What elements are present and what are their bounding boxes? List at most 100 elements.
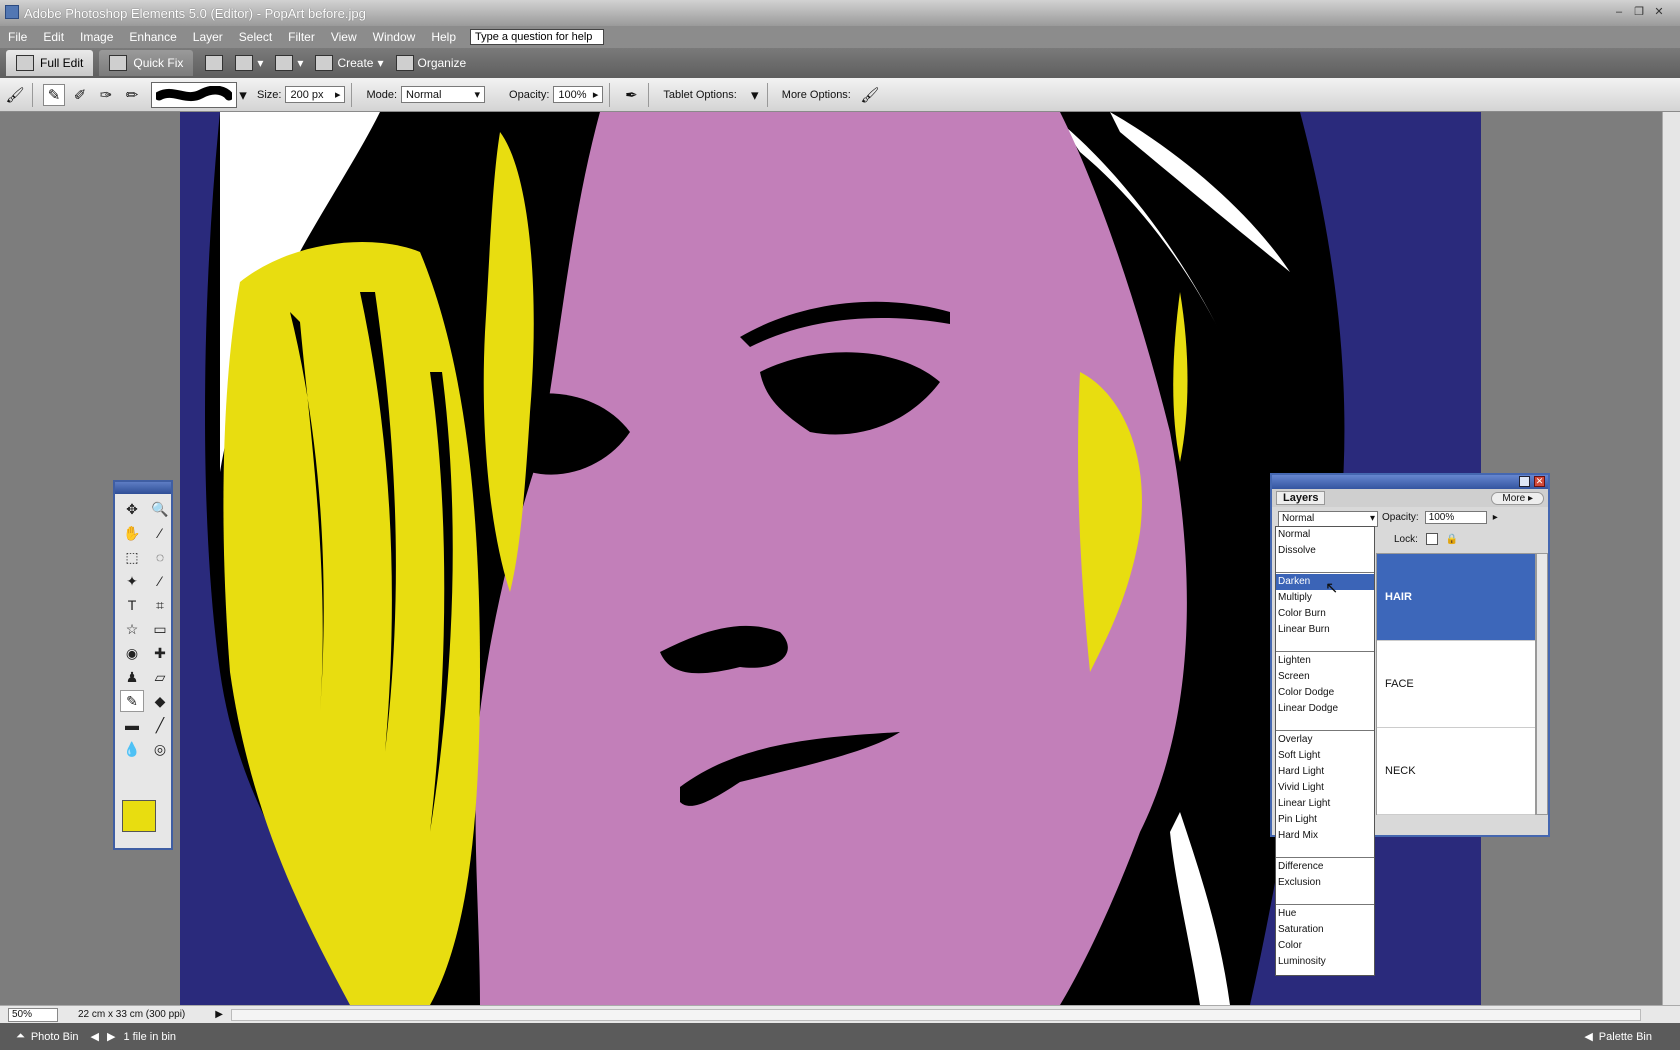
help-search-input[interactable]: Type a question for help — [470, 29, 604, 45]
restore-icon[interactable]: ❐ — [1632, 5, 1646, 19]
blend-option[interactable]: Dissolve — [1276, 543, 1374, 559]
photo-bin-icon[interactable]: ⏶ — [16, 1030, 25, 1043]
organize-button[interactable]: Organize — [396, 55, 467, 71]
minimize-icon[interactable] — [1519, 476, 1530, 487]
healing-brush-icon[interactable]: ✚ — [148, 642, 172, 664]
magic-wand-icon[interactable]: ✦ — [120, 570, 144, 592]
minimize-icon[interactable]: – — [1612, 5, 1626, 19]
brush-icon[interactable]: 🖌 — [859, 84, 881, 106]
full-edit-tab[interactable]: Full Edit — [6, 50, 93, 76]
mode-select[interactable]: Normal▾ — [401, 86, 485, 103]
brush-tool-icon[interactable]: 🖌 — [4, 84, 26, 106]
layer-list-scrollbar[interactable] — [1536, 553, 1548, 815]
menu-layer[interactable]: Layer — [185, 30, 231, 44]
line-tool-icon[interactable]: ╱ — [148, 714, 172, 736]
color-replacement-icon[interactable]: ✑ — [95, 84, 117, 106]
zoom-field[interactable]: 50% — [8, 1008, 58, 1022]
blend-option[interactable]: Saturation — [1276, 922, 1374, 938]
paint-bucket-icon[interactable]: ◆ — [148, 690, 172, 712]
online-button[interactable]: ▾ — [275, 55, 303, 71]
selection-brush-icon[interactable]: ⁄ — [148, 570, 172, 592]
blend-option[interactable]: Screen — [1276, 669, 1374, 685]
menu-enhance[interactable]: Enhance — [121, 30, 184, 44]
prev-icon[interactable]: ◀ — [91, 1030, 99, 1043]
zoom-tool-icon[interactable]: 🔍 — [148, 498, 172, 520]
red-eye-tool-icon[interactable]: ◉ — [120, 642, 144, 664]
next-icon[interactable]: ▶ — [107, 1030, 115, 1043]
eyedropper-icon[interactable]: ⁄ — [148, 522, 172, 544]
menu-help[interactable]: Help — [423, 30, 464, 44]
size-field[interactable]: 200 px▸ — [285, 86, 345, 103]
blend-option[interactable]: Hue — [1276, 906, 1374, 922]
chevron-down-icon[interactable]: ▾ — [237, 84, 249, 106]
shape-tool-icon[interactable]: ☆ — [120, 618, 144, 640]
share-button[interactable]: ▾ — [235, 55, 263, 71]
horizontal-scrollbar[interactable] — [231, 1009, 1641, 1021]
more-options-label[interactable]: More Options: — [782, 89, 851, 101]
blend-option[interactable]: Lighten — [1276, 653, 1374, 669]
menu-edit[interactable]: Edit — [35, 30, 72, 44]
blend-option[interactable]: Color — [1276, 938, 1374, 954]
layer-hair[interactable]: HAIR — [1377, 554, 1535, 641]
menu-select[interactable]: Select — [231, 30, 280, 44]
impressionist-brush-icon[interactable]: ✐ — [69, 84, 91, 106]
print-button[interactable] — [205, 55, 223, 71]
quick-fix-tab[interactable]: Quick Fix — [99, 50, 193, 76]
menu-image[interactable]: Image — [72, 30, 121, 44]
chevron-right-icon[interactable]: ▶ — [215, 1009, 223, 1020]
clone-stamp-icon[interactable]: ♟ — [120, 666, 144, 688]
menu-view[interactable]: View — [323, 30, 365, 44]
sponge-tool-icon[interactable]: ◎ — [148, 738, 172, 760]
palette-bin-label[interactable]: Palette Bin — [1599, 1031, 1652, 1043]
blend-option[interactable]: Exclusion — [1276, 875, 1374, 891]
brush-option-icon[interactable]: ✎ — [43, 84, 65, 106]
marquee-tool-icon[interactable]: ⬚ — [120, 546, 144, 568]
chevron-right-icon[interactable]: ▸ — [1493, 512, 1498, 523]
crop-tool-icon[interactable]: ⌗ — [148, 594, 172, 616]
type-tool-icon[interactable]: T — [120, 594, 144, 616]
gradient-tool-icon[interactable]: ▬ — [120, 714, 144, 736]
lock-icon[interactable]: 🔒 — [1446, 534, 1458, 545]
blend-mode-select[interactable]: Normal▾ — [1278, 511, 1378, 527]
chevron-right-icon[interactable]: ▸ — [335, 88, 341, 101]
close-icon[interactable]: ✕ — [1534, 476, 1545, 487]
more-button[interactable]: More ▸ — [1491, 492, 1544, 505]
blend-option[interactable]: Pin Light — [1276, 812, 1374, 828]
pencil-icon[interactable]: ✏ — [121, 84, 143, 106]
chevron-right-icon[interactable]: ▸ — [593, 88, 599, 101]
toolbox-header[interactable] — [115, 482, 171, 494]
straighten-tool-icon[interactable]: ▭ — [148, 618, 172, 640]
opacity-field[interactable]: 100%▸ — [553, 86, 603, 103]
layer-face[interactable]: FACE — [1377, 641, 1535, 728]
foreground-color-swatch[interactable] — [122, 800, 156, 832]
create-button[interactable]: Create▾ — [315, 55, 383, 71]
palette-bin-icon[interactable]: ◀ — [1584, 1030, 1592, 1043]
blend-option[interactable]: Difference — [1276, 859, 1374, 875]
blend-option[interactable]: Normal — [1276, 527, 1374, 543]
lasso-tool-icon[interactable]: ◌ — [148, 546, 172, 568]
blend-option[interactable]: Color Burn — [1276, 606, 1374, 622]
blend-option[interactable]: Linear Burn — [1276, 622, 1374, 638]
blend-option[interactable]: Overlay — [1276, 732, 1374, 748]
chevron-down-icon[interactable]: ▾ — [749, 84, 761, 106]
move-tool-icon[interactable]: ✥ — [120, 498, 144, 520]
vertical-scrollbar[interactable] — [1662, 112, 1680, 1005]
blend-option[interactable]: Hard Light — [1276, 764, 1374, 780]
eraser-icon[interactable]: ▱ — [148, 666, 172, 688]
close-icon[interactable]: ✕ — [1652, 5, 1666, 19]
lock-transparency-icon[interactable] — [1426, 533, 1438, 545]
tablet-options-label[interactable]: Tablet Options: — [663, 89, 736, 101]
blur-tool-icon[interactable]: 💧 — [120, 738, 144, 760]
brush-preset-picker[interactable] — [151, 82, 237, 108]
layers-palette-header[interactable]: ✕ — [1272, 475, 1548, 489]
airbrush-icon[interactable]: ✒ — [620, 84, 642, 106]
blend-option[interactable]: Vivid Light — [1276, 780, 1374, 796]
blend-option[interactable]: Linear Dodge — [1276, 701, 1374, 717]
blend-option[interactable]: Linear Light — [1276, 796, 1374, 812]
brush-tool-icon[interactable]: ✎ — [120, 690, 144, 712]
layer-opacity-field[interactable]: 100% — [1425, 511, 1487, 524]
menu-filter[interactable]: Filter — [280, 30, 323, 44]
blend-option[interactable]: Luminosity — [1276, 954, 1374, 970]
blend-option[interactable]: Color Dodge — [1276, 685, 1374, 701]
menu-window[interactable]: Window — [365, 30, 424, 44]
